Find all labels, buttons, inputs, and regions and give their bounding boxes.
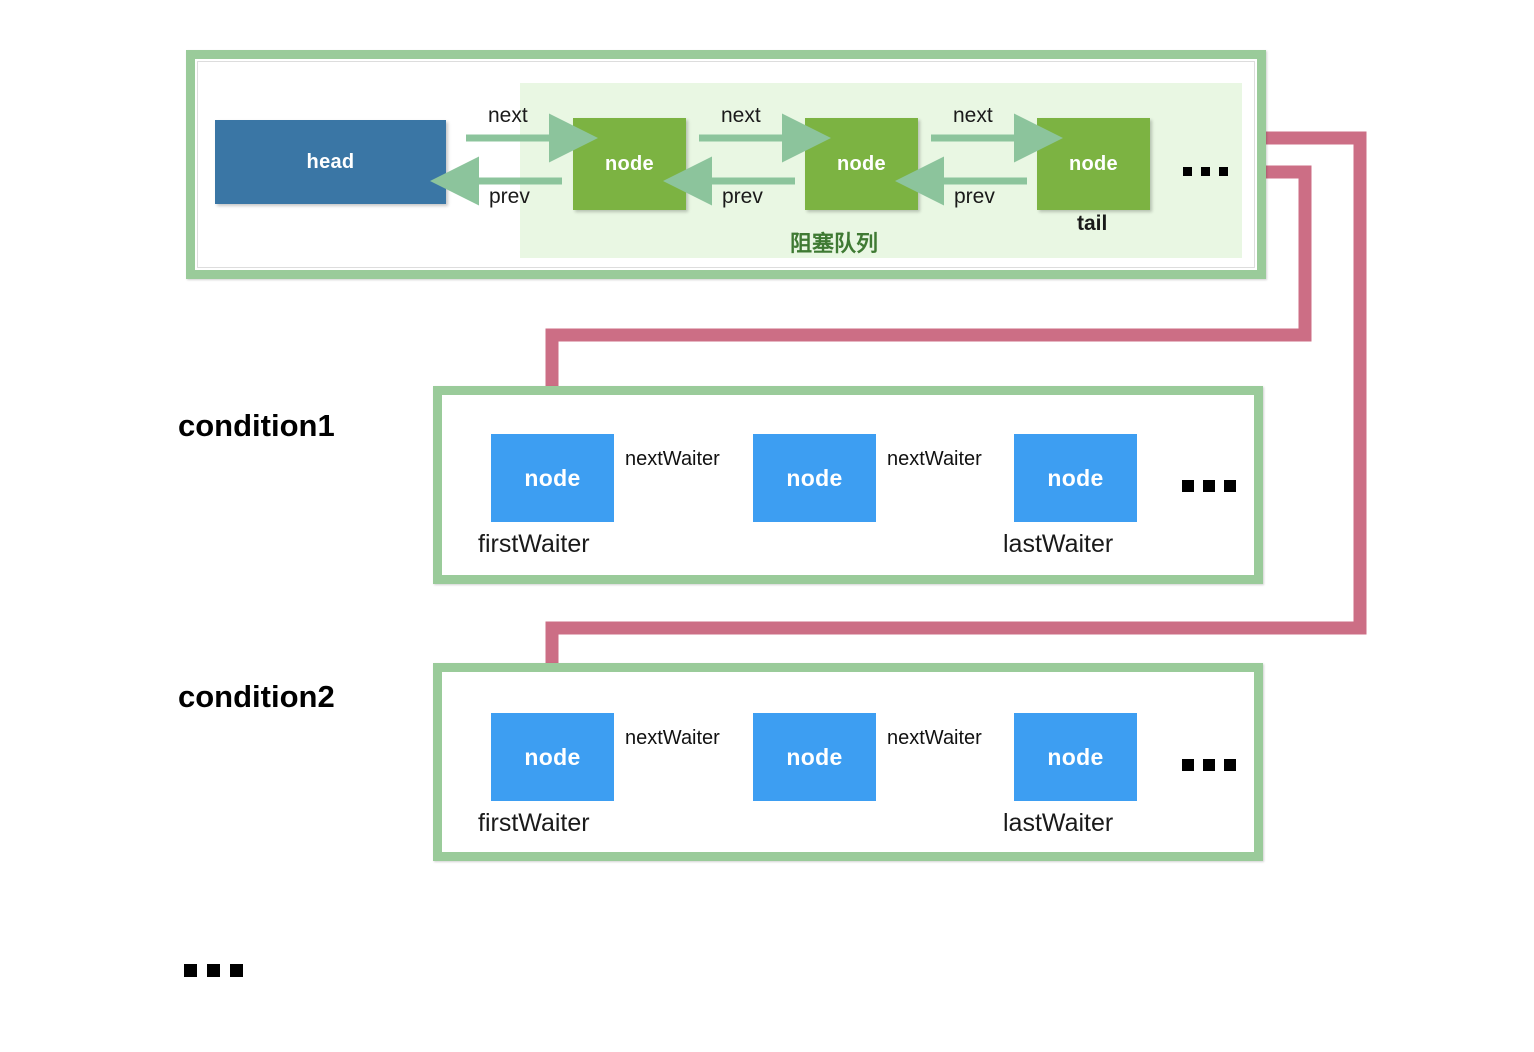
diagram-canvas: head node node node next prev next prev …	[0, 0, 1534, 1052]
condition2-ellipsis	[1182, 759, 1236, 771]
queue-link-3-prev-label: prev	[954, 185, 995, 208]
condition1-first-waiter-caption: firstWaiter	[478, 530, 590, 558]
condition1-link-2-label: nextWaiter	[887, 448, 982, 470]
queue-node-1-label: node	[605, 152, 654, 175]
head-box-label: head	[306, 150, 355, 173]
condition1-node-1-label: node	[524, 464, 581, 491]
queue-node-2: node	[805, 118, 918, 210]
condition1-node-2: node	[753, 434, 876, 522]
condition1-title: condition1	[178, 408, 335, 443]
condition2-node-1: node	[491, 713, 614, 801]
more-conditions-ellipsis	[184, 964, 243, 977]
queue-node-1: node	[573, 118, 686, 210]
condition2-link-2-label: nextWaiter	[887, 727, 982, 749]
queue-link-1-prev-label: prev	[489, 185, 530, 208]
condition2-first-waiter-caption: firstWaiter	[478, 809, 590, 837]
condition1-node-3: node	[1014, 434, 1137, 522]
queue-link-2-next-label: next	[721, 104, 761, 127]
queue-link-2-prev-label: prev	[722, 185, 763, 208]
queue-node-3-label: node	[1069, 152, 1118, 175]
condition1-node-3-label: node	[1047, 464, 1104, 491]
queue-link-1-next-label: next	[488, 104, 528, 127]
condition2-node-2-label: node	[786, 743, 843, 770]
condition1-link-1-label: nextWaiter	[625, 448, 720, 470]
condition1-node-2-label: node	[786, 464, 843, 491]
queue-link-3-next-label: next	[953, 104, 993, 127]
condition2-node-3: node	[1014, 713, 1137, 801]
blocking-queue-caption: 阻塞队列	[790, 231, 879, 256]
head-box: head	[215, 120, 446, 204]
condition2-node-3-label: node	[1047, 743, 1104, 770]
condition1-ellipsis	[1182, 480, 1236, 492]
condition2-link-1-label: nextWaiter	[625, 727, 720, 749]
condition2-title: condition2	[178, 679, 335, 714]
condition2-last-waiter-caption: lastWaiter	[1003, 809, 1114, 837]
condition2-node-1-label: node	[524, 743, 581, 770]
queue-node-3-tail: node	[1037, 118, 1150, 210]
condition1-node-1: node	[491, 434, 614, 522]
queue-node-2-label: node	[837, 152, 886, 175]
condition2-node-2: node	[753, 713, 876, 801]
tail-label: tail	[1077, 212, 1108, 235]
queue-ellipsis	[1183, 167, 1228, 176]
condition1-last-waiter-caption: lastWaiter	[1003, 530, 1114, 558]
